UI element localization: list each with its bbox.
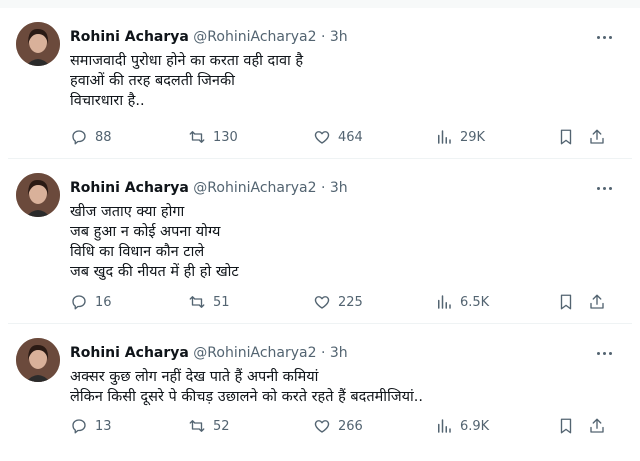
action-bar: 16 51 225 6.5K	[70, 292, 626, 312]
separator: ·	[320, 180, 326, 196]
avatar[interactable]	[16, 338, 60, 382]
bookmark-button[interactable]	[557, 416, 575, 436]
reply-icon	[72, 419, 86, 434]
views-icon	[438, 295, 451, 309]
reply-button[interactable]: 88	[70, 127, 112, 147]
views-count: 29K	[460, 129, 486, 145]
tweet-header: Rohini Acharya @RohiniAcharya2 · 3h	[70, 28, 348, 46]
tweet-line: विधि का विधान कौन टाले	[70, 244, 205, 260]
share-button[interactable]	[588, 292, 606, 312]
separator: ·	[320, 29, 326, 45]
author-name[interactable]: Rohini Acharya	[70, 180, 189, 196]
retweet-count: 130	[213, 129, 238, 145]
views-button[interactable]: 6.9K	[435, 416, 489, 436]
heart-icon	[314, 420, 330, 433]
reply-button[interactable]: 16	[70, 292, 112, 312]
tweet[interactable]: Rohini Acharya @RohiniAcharya2 · 3h अक्स…	[8, 324, 632, 454]
tweet[interactable]: Rohini Acharya @RohiniAcharya2 · 3h समाज…	[8, 8, 632, 159]
heart-icon	[314, 131, 330, 144]
views-button[interactable]: 29K	[435, 127, 485, 147]
tweet-line: जब हुआ न कोई अपना योग्य	[70, 224, 221, 240]
views-icon	[438, 419, 451, 433]
tweet[interactable]: Rohini Acharya @RohiniAcharya2 · 3h खीज …	[8, 159, 632, 324]
tweet-line: खीज जताए क्या होगा	[70, 204, 185, 220]
like-button[interactable]: 464	[313, 127, 363, 147]
avatar[interactable]	[16, 22, 60, 66]
retweet-button[interactable]: 130	[188, 127, 238, 147]
tweet-header: Rohini Acharya @RohiniAcharya2 · 3h	[70, 179, 348, 197]
views-count: 6.5K	[460, 294, 490, 310]
timeline: Rohini Acharya @RohiniAcharya2 · 3h समाज…	[0, 0, 640, 461]
tweet-line: हवाओं की तरह बदलती जिनकी	[70, 73, 235, 89]
tweet-line: अक्सर कुछ लोग नहीं देख पाते हैं अपनी कमि…	[70, 369, 319, 385]
reply-icon	[72, 130, 86, 145]
retweet-count: 52	[213, 418, 230, 434]
tweet-header: Rohini Acharya @RohiniAcharya2 · 3h	[70, 344, 348, 362]
reply-count: 13	[95, 418, 112, 434]
share-icon	[590, 294, 604, 309]
views-button[interactable]: 6.5K	[435, 292, 489, 312]
like-count: 266	[338, 418, 363, 434]
retweet-count: 51	[213, 294, 230, 310]
retweet-icon	[189, 131, 205, 143]
views-count: 6.9K	[460, 418, 490, 434]
retweet-icon	[189, 420, 205, 432]
author-name[interactable]: Rohini Acharya	[70, 29, 189, 45]
reply-count: 88	[95, 129, 112, 145]
like-count: 225	[338, 294, 363, 310]
top-divider	[0, 0, 640, 8]
timestamp[interactable]: 3h	[330, 180, 348, 196]
heart-icon	[314, 296, 330, 309]
retweet-button[interactable]: 52	[188, 416, 230, 436]
bookmark-icon	[560, 418, 572, 434]
tweet-line: लेकिन किसी दूसरे पे कीचड़ उछालने को करते…	[70, 389, 423, 405]
reply-button[interactable]: 13	[70, 416, 112, 436]
bookmark-button[interactable]	[557, 127, 575, 147]
tweet-text: समाजवादी पुरोधा होने का करता वही दावा है…	[70, 51, 610, 111]
like-button[interactable]: 225	[313, 292, 363, 312]
reply-icon	[72, 295, 86, 310]
author-handle[interactable]: @RohiniAcharya2	[193, 345, 316, 361]
timestamp[interactable]: 3h	[330, 345, 348, 361]
bookmark-button[interactable]	[557, 292, 575, 312]
action-bar: 88 130 464 29K	[70, 127, 626, 147]
share-button[interactable]	[588, 416, 606, 436]
bookmark-icon	[560, 294, 572, 310]
more-icon[interactable]	[594, 28, 614, 46]
avatar[interactable]	[16, 173, 60, 217]
tweet-line: विचारधारा है..	[70, 93, 145, 109]
action-bar: 13 52 266 6.9K	[70, 416, 626, 436]
tweet-line: जब खुद की नीयत में ही हो खोट	[70, 264, 239, 280]
more-icon[interactable]	[594, 179, 614, 197]
share-icon	[590, 129, 604, 144]
author-name[interactable]: Rohini Acharya	[70, 345, 189, 361]
timestamp[interactable]: 3h	[330, 29, 348, 45]
retweet-icon	[189, 296, 205, 308]
separator: ·	[320, 345, 326, 361]
bookmark-icon	[560, 129, 572, 145]
tweet-text: खीज जताए क्या होगा जब हुआ न कोई अपना योग…	[70, 202, 610, 282]
share-icon	[590, 418, 604, 433]
retweet-button[interactable]: 51	[188, 292, 230, 312]
more-icon[interactable]	[594, 344, 614, 362]
views-icon	[438, 130, 451, 144]
like-button[interactable]: 266	[313, 416, 363, 436]
like-count: 464	[338, 129, 363, 145]
author-handle[interactable]: @RohiniAcharya2	[193, 29, 316, 45]
reply-count: 16	[95, 294, 112, 310]
tweet-line: समाजवादी पुरोधा होने का करता वही दावा है	[70, 53, 304, 69]
share-button[interactable]	[588, 127, 606, 147]
author-handle[interactable]: @RohiniAcharya2	[193, 180, 316, 196]
tweet-text: अक्सर कुछ लोग नहीं देख पाते हैं अपनी कमि…	[70, 367, 610, 407]
